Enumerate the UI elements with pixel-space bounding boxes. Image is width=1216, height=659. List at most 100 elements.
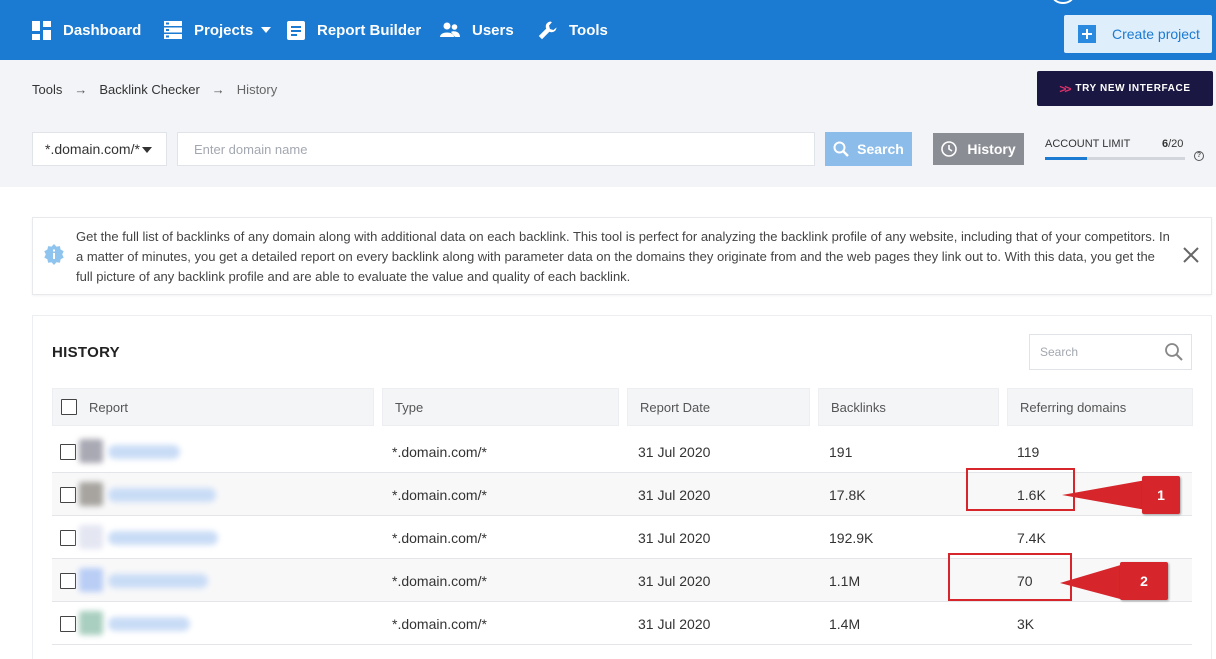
column-referring-domains[interactable]: Referring domains <box>1007 388 1193 426</box>
column-backlinks[interactable]: Backlinks <box>818 388 999 426</box>
favicon-icon <box>79 568 103 592</box>
cell-date: 31 Jul 2020 <box>638 615 711 632</box>
report-link[interactable] <box>108 617 190 631</box>
try-new-interface-button[interactable]: >> TRY NEW INTERFACE <box>1037 71 1213 106</box>
cell-type: *.domain.com/* <box>392 443 487 460</box>
row-checkbox[interactable] <box>60 487 76 503</box>
annotation-box-2 <box>948 553 1072 601</box>
column-report-label: Report <box>89 399 129 415</box>
column-report[interactable]: Report <box>52 388 374 426</box>
row-checkbox[interactable] <box>60 444 76 460</box>
row-checkbox[interactable] <box>60 616 76 632</box>
cell-date: 31 Jul 2020 <box>638 443 711 460</box>
nav-tools[interactable]: Tools <box>538 0 608 60</box>
nav-users[interactable]: Users <box>440 0 514 60</box>
cell-date: 31 Jul 2020 <box>638 486 711 503</box>
arrow-right-icon: → <box>74 82 88 97</box>
nav-projects[interactable]: Projects <box>164 0 272 60</box>
account-limit-fill <box>1045 157 1087 160</box>
cell-backlinks: 17.8K <box>829 486 866 503</box>
account-limit-label: ACCOUNT LIMIT <box>1045 138 1131 150</box>
column-report-date-label: Report Date <box>640 399 711 415</box>
cell-type: *.domain.com/* <box>392 615 487 632</box>
search-button[interactable]: Search <box>825 132 912 166</box>
nav-dashboard-label: Dashboard <box>63 21 142 39</box>
table-row[interactable]: *.domain.com/* 31 Jul 2020 1.4M 3K <box>52 602 1192 645</box>
wrench-icon <box>538 21 557 39</box>
favicon-icon <box>79 525 103 549</box>
breadcrumb: Tools → Backlink Checker → History <box>32 82 277 97</box>
top-nav: Dashboard Projects Report Builder Users … <box>0 0 1216 60</box>
favicon-icon <box>79 611 103 635</box>
nav-dashboard[interactable]: Dashboard <box>32 0 141 60</box>
column-type-label: Type <box>395 399 424 415</box>
domain-mode-value: *.domain.com/* <box>45 141 140 157</box>
search-icon[interactable] <box>1164 342 1184 362</box>
report-link[interactable] <box>108 488 216 502</box>
history-button[interactable]: History <box>933 133 1024 165</box>
nav-report-builder-label: Report Builder <box>317 21 422 39</box>
nav-report-builder[interactable]: Report Builder <box>287 0 421 60</box>
table-row[interactable]: *.domain.com/* 31 Jul 2020 191 119 <box>52 430 1192 473</box>
nav-projects-label: Projects <box>194 21 254 39</box>
report-link[interactable] <box>108 574 208 588</box>
annotation-box-1 <box>966 468 1075 511</box>
report-link[interactable] <box>108 531 218 545</box>
annotation-badge-1: 1 <box>1142 476 1180 514</box>
help-icon[interactable]: ? <box>1194 151 1204 161</box>
cell-date: 31 Jul 2020 <box>638 529 711 546</box>
annotation-arrow-2 <box>1060 564 1124 600</box>
select-all-checkbox[interactable] <box>61 399 77 415</box>
breadcrumb-backlink-checker[interactable]: Backlink Checker <box>99 82 199 97</box>
favicon-icon <box>79 482 103 506</box>
toolbar-area <box>0 60 1216 187</box>
info-badge-icon <box>44 244 64 265</box>
annotation-arrow-1 <box>1062 480 1146 510</box>
info-banner: Get the full list of backlinks of any do… <box>32 217 1212 295</box>
history-title: HISTORY <box>52 344 120 361</box>
breadcrumb-history: History <box>236 82 278 97</box>
cell-type: *.domain.com/* <box>392 572 487 589</box>
cell-backlinks: 191 <box>829 443 853 460</box>
column-backlinks-label: Backlinks <box>831 399 886 415</box>
nav-users-label: Users <box>472 21 514 39</box>
double-chevron-icon: >> <box>1059 81 1071 96</box>
row-checkbox[interactable] <box>60 530 76 546</box>
report-icon <box>287 20 305 40</box>
caret-down-icon <box>142 147 152 153</box>
cell-backlinks: 1.4M <box>829 615 861 632</box>
cell-type: *.domain.com/* <box>392 486 487 503</box>
projects-icon <box>164 21 182 39</box>
account-limit-value: 6/20 <box>1162 138 1183 150</box>
column-type[interactable]: Type <box>382 388 619 426</box>
account-limit-bar <box>1045 157 1185 160</box>
history-button-label: History <box>967 141 1016 157</box>
cell-referring: 3K <box>1017 615 1035 632</box>
avatar[interactable] <box>1052 0 1074 4</box>
row-checkbox[interactable] <box>60 573 76 589</box>
column-referring-domains-label: Referring domains <box>1020 399 1127 415</box>
create-project-button[interactable]: Create project <box>1064 15 1212 53</box>
domain-mode-select[interactable]: *.domain.com/* <box>32 132 167 166</box>
search-icon <box>833 141 849 157</box>
cell-type: *.domain.com/* <box>392 529 487 546</box>
clock-icon <box>941 141 958 157</box>
nav-tools-label: Tools <box>569 21 608 39</box>
users-icon <box>440 22 460 37</box>
cell-date: 31 Jul 2020 <box>638 572 711 589</box>
column-report-date[interactable]: Report Date <box>627 388 810 426</box>
cell-backlinks: 1.1M <box>829 572 861 589</box>
cell-backlinks: 192.9K <box>829 529 874 546</box>
info-text: Get the full list of backlinks of any do… <box>76 229 1170 284</box>
report-link[interactable] <box>108 445 180 459</box>
try-new-interface-label: TRY NEW INTERFACE <box>1075 83 1191 94</box>
account-limit-total: /20 <box>1168 138 1184 150</box>
plus-icon <box>1078 25 1096 43</box>
breadcrumb-tools[interactable]: Tools <box>32 82 62 97</box>
domain-input[interactable] <box>177 132 815 166</box>
close-icon[interactable] <box>1181 245 1201 265</box>
chevron-down-icon <box>261 27 272 33</box>
search-button-label: Search <box>857 141 904 157</box>
favicon-icon <box>79 439 103 463</box>
annotation-badge-2: 2 <box>1120 562 1168 600</box>
